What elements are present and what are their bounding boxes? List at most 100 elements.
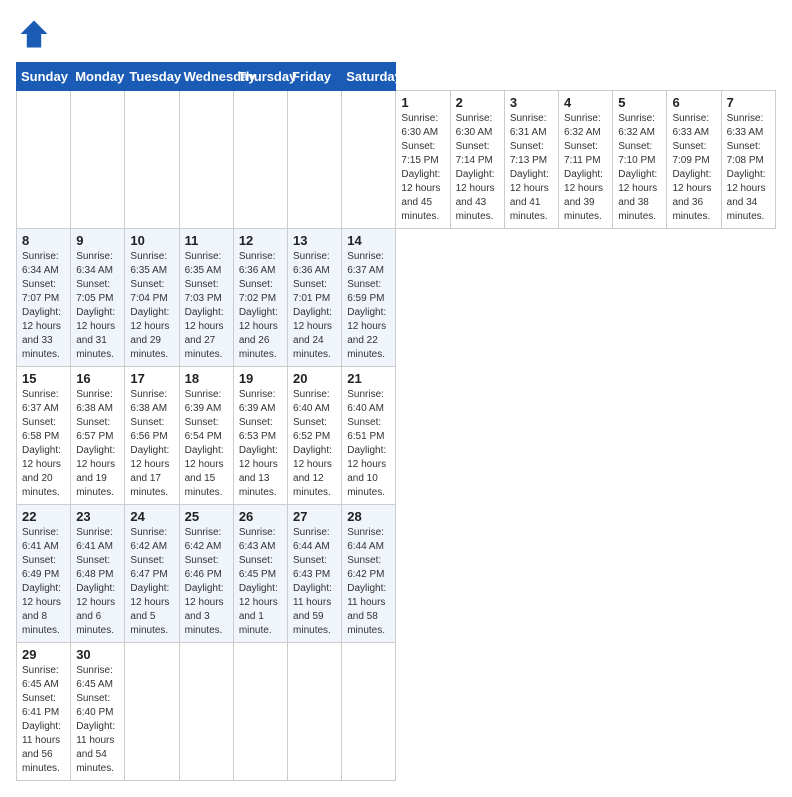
calendar-cell: 29 Sunrise: 6:45 AMSunset: 6:41 PMDayligh… [17,643,71,781]
column-header-wednesday: Wednesday [179,63,233,91]
column-header-friday: Friday [288,63,342,91]
cell-details: Sunrise: 6:32 AMSunset: 7:11 PMDaylight:… [564,112,607,224]
day-number: 24 [130,509,173,524]
day-number: 18 [185,371,228,386]
calendar-cell [179,643,233,781]
calendar-week-1: 1Sunrise: 6:30 AMSunset: 7:15 PMDaylight… [17,91,776,229]
logo-icon [16,16,52,52]
calendar-cell: 17Sunrise: 6:38 AMSunset: 6:56 PMDayligh… [125,367,179,505]
cell-details: Sunrise: 6:35 AMSunset: 7:03 PMDaylight:… [185,250,228,362]
cell-details: Sunrise: 6:39 AMSunset: 6:54 PMDaylight:… [185,388,228,500]
column-header-thursday: Thursday [233,63,287,91]
calendar-cell: 21 Sunrise: 6:40 AMSunset: 6:51 PMDayligh… [342,367,396,505]
day-number: 6 [672,95,715,110]
calendar-table: SundayMondayTuesdayWednesdayThursdayFrid… [16,62,776,781]
cell-details: Sunrise: 6:39 AMSunset: 6:53 PMDaylight:… [239,388,282,500]
calendar-cell: 1Sunrise: 6:30 AMSunset: 7:15 PMDaylight… [396,91,450,229]
day-number: 19 [239,371,282,386]
day-number: 17 [130,371,173,386]
calendar-cell: 12 Sunrise: 6:36 AMSunset: 7:02 PMDayligh… [233,229,287,367]
calendar-cell: 2 Sunrise: 6:30 AMSunset: 7:14 PMDaylight… [450,91,504,229]
cell-details: Sunrise: 6:36 AMSunset: 7:02 PMDaylight:… [239,250,282,362]
calendar-cell: 13 Sunrise: 6:36 AMSunset: 7:01 PMDayligh… [288,229,342,367]
cell-details: Sunrise: 6:30 AMSunset: 7:14 PMDaylight:… [456,112,499,224]
calendar-cell [179,91,233,229]
cell-details: Sunrise: 6:41 AMSunset: 6:49 PMDaylight:… [22,526,65,638]
calendar-cell: 14 Sunrise: 6:37 AMSunset: 6:59 PMDayligh… [342,229,396,367]
calendar-cell [342,643,396,781]
calendar-cell: 19 Sunrise: 6:39 AMSunset: 6:53 PMDayligh… [233,367,287,505]
calendar-cell [342,91,396,229]
calendar-cell: 3Sunrise: 6:31 AMSunset: 7:13 PMDaylight… [504,91,558,229]
cell-details: Sunrise: 6:37 AMSunset: 6:59 PMDaylight:… [347,250,390,362]
calendar-header-row: SundayMondayTuesdayWednesdayThursdayFrid… [17,63,776,91]
cell-details: Sunrise: 6:37 AMSunset: 6:58 PMDaylight:… [22,388,65,500]
day-number: 10 [130,233,173,248]
calendar-cell: 20 Sunrise: 6:40 AMSunset: 6:52 PMDayligh… [288,367,342,505]
day-number: 16 [76,371,119,386]
day-number: 2 [456,95,499,110]
column-header-tuesday: Tuesday [125,63,179,91]
cell-details: Sunrise: 6:40 AMSunset: 6:52 PMDaylight:… [293,388,336,500]
cell-details: Sunrise: 6:44 AMSunset: 6:43 PMDaylight:… [293,526,336,638]
cell-details: Sunrise: 6:30 AMSunset: 7:15 PMDaylight:… [401,112,444,224]
cell-details: Sunrise: 6:41 AMSunset: 6:48 PMDaylight:… [76,526,119,638]
day-number: 21 [347,371,390,386]
cell-details: Sunrise: 6:45 AMSunset: 6:41 PMDaylight:… [22,664,65,776]
calendar-cell: 7Sunrise: 6:33 AMSunset: 7:08 PMDaylight… [721,91,775,229]
column-header-saturday: Saturday [342,63,396,91]
column-header-sunday: Sunday [17,63,71,91]
cell-details: Sunrise: 6:35 AMSunset: 7:04 PMDaylight:… [130,250,173,362]
calendar-week-2: 8Sunrise: 6:34 AMSunset: 7:07 PMDaylight… [17,229,776,367]
day-number: 25 [185,509,228,524]
calendar-cell: 28 Sunrise: 6:44 AMSunset: 6:42 PMDayligh… [342,505,396,643]
calendar-cell: 8Sunrise: 6:34 AMSunset: 7:07 PMDaylight… [17,229,71,367]
calendar-cell [71,91,125,229]
cell-details: Sunrise: 6:42 AMSunset: 6:46 PMDaylight:… [185,526,228,638]
cell-details: Sunrise: 6:40 AMSunset: 6:51 PMDaylight:… [347,388,390,500]
calendar-week-4: 22 Sunrise: 6:41 AMSunset: 6:49 PMDayligh… [17,505,776,643]
day-number: 30 [76,647,119,662]
page-header [16,16,776,52]
day-number: 9 [76,233,119,248]
day-number: 28 [347,509,390,524]
calendar-cell: 30 Sunrise: 6:45 AMSunset: 6:40 PMDayligh… [71,643,125,781]
cell-details: Sunrise: 6:44 AMSunset: 6:42 PMDaylight:… [347,526,390,638]
day-number: 12 [239,233,282,248]
day-number: 22 [22,509,65,524]
calendar-cell [288,91,342,229]
calendar-cell [17,91,71,229]
day-number: 27 [293,509,336,524]
calendar-cell: 16Sunrise: 6:38 AMSunset: 6:57 PMDayligh… [71,367,125,505]
calendar-cell: 26Sunrise: 6:43 AMSunset: 6:45 PMDayligh… [233,505,287,643]
day-number: 23 [76,509,119,524]
logo [16,16,56,52]
day-number: 11 [185,233,228,248]
cell-details: Sunrise: 6:33 AMSunset: 7:08 PMDaylight:… [727,112,770,224]
calendar-cell: 22 Sunrise: 6:41 AMSunset: 6:49 PMDayligh… [17,505,71,643]
calendar-cell: 25 Sunrise: 6:42 AMSunset: 6:46 PMDayligh… [179,505,233,643]
cell-details: Sunrise: 6:43 AMSunset: 6:45 PMDaylight:… [239,526,282,638]
calendar-cell [125,643,179,781]
cell-details: Sunrise: 6:42 AMSunset: 6:47 PMDaylight:… [130,526,173,638]
day-number: 5 [618,95,661,110]
day-number: 13 [293,233,336,248]
day-number: 3 [510,95,553,110]
day-number: 15 [22,371,65,386]
day-number: 20 [293,371,336,386]
calendar-week-5: 29 Sunrise: 6:45 AMSunset: 6:41 PMDayligh… [17,643,776,781]
calendar-cell: 5 Sunrise: 6:32 AMSunset: 7:10 PMDaylight… [613,91,667,229]
cell-details: Sunrise: 6:45 AMSunset: 6:40 PMDaylight:… [76,664,119,776]
calendar-cell: 4Sunrise: 6:32 AMSunset: 7:11 PMDaylight… [559,91,613,229]
calendar-cell: 15 Sunrise: 6:37 AMSunset: 6:58 PMDayligh… [17,367,71,505]
calendar-cell: 23 Sunrise: 6:41 AMSunset: 6:48 PMDayligh… [71,505,125,643]
day-number: 29 [22,647,65,662]
calendar-week-3: 15 Sunrise: 6:37 AMSunset: 6:58 PMDayligh… [17,367,776,505]
day-number: 14 [347,233,390,248]
calendar-cell: 18 Sunrise: 6:39 AMSunset: 6:54 PMDayligh… [179,367,233,505]
calendar-cell [125,91,179,229]
cell-details: Sunrise: 6:34 AMSunset: 7:07 PMDaylight:… [22,250,65,362]
cell-details: Sunrise: 6:36 AMSunset: 7:01 PMDaylight:… [293,250,336,362]
column-header-monday: Monday [71,63,125,91]
cell-details: Sunrise: 6:32 AMSunset: 7:10 PMDaylight:… [618,112,661,224]
